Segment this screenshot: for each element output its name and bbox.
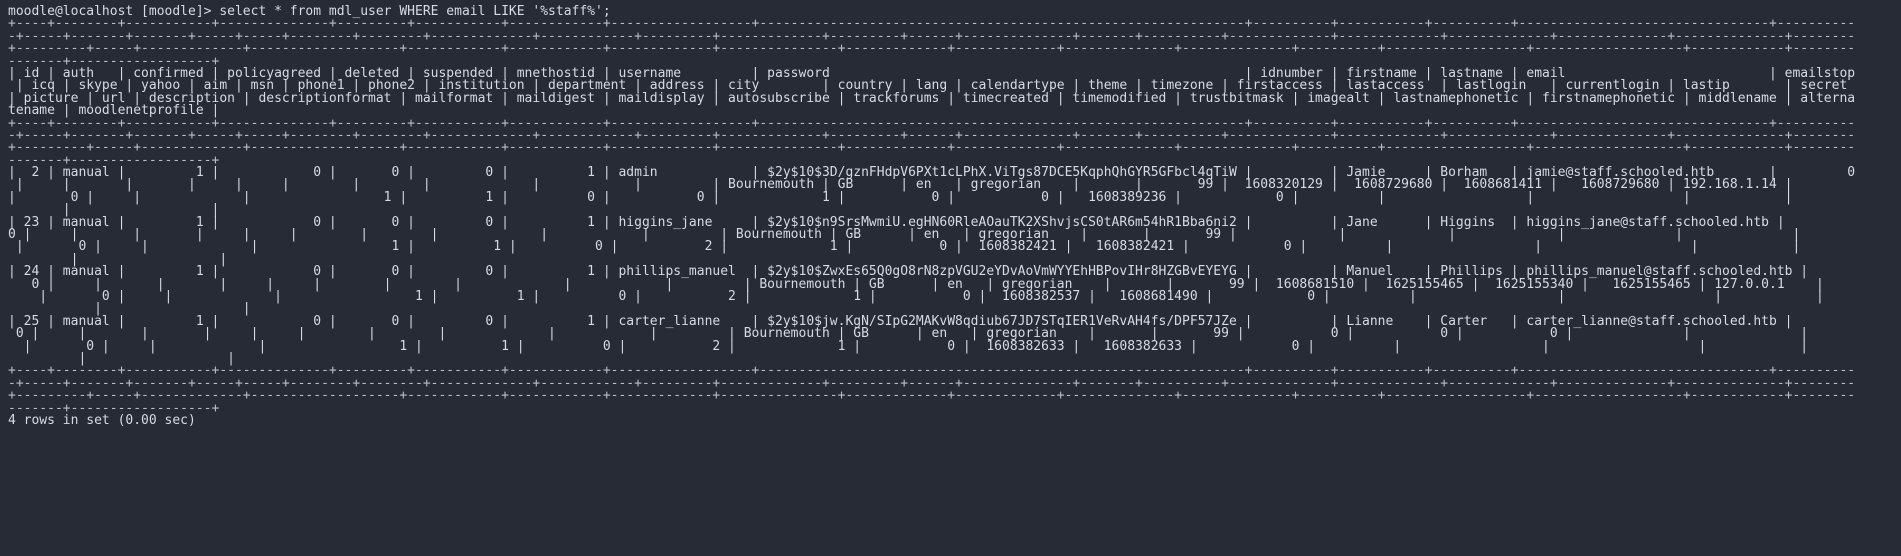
table-rule: +---------+-----+-------------+---------… [8,388,1856,404]
table-rule: +---------+-----+-------------+---------… [8,140,1856,156]
table-rule: -------+------------------+ [8,400,220,416]
table-rule: +---------+-----+-------------+---------… [8,41,1856,57]
result-status-line: 4 rows in set (0.00 sec) [8,412,196,428]
table-row: | 0 | | | 1 | 1 | 0 | 2 | 1 | 0 | 160838… [8,288,1856,304]
table-header-row: | picture | url | description | descript… [8,90,1856,106]
terminal-screen[interactable]: moodle@localhost [moodle]> select * from… [0,0,1901,556]
table-row: | 0 | | | 1 | 1 | 0 | 2 | 1 | 0 | 160838… [8,338,1856,354]
table-row: | 0 | | | 1 | 1 | 0 | 0 | 1 | 0 | 0 | 16… [8,189,1856,205]
table-row: | 0 | | | 1 | 1 | 0 | 2 | 1 | 0 | 160838… [8,239,1856,255]
